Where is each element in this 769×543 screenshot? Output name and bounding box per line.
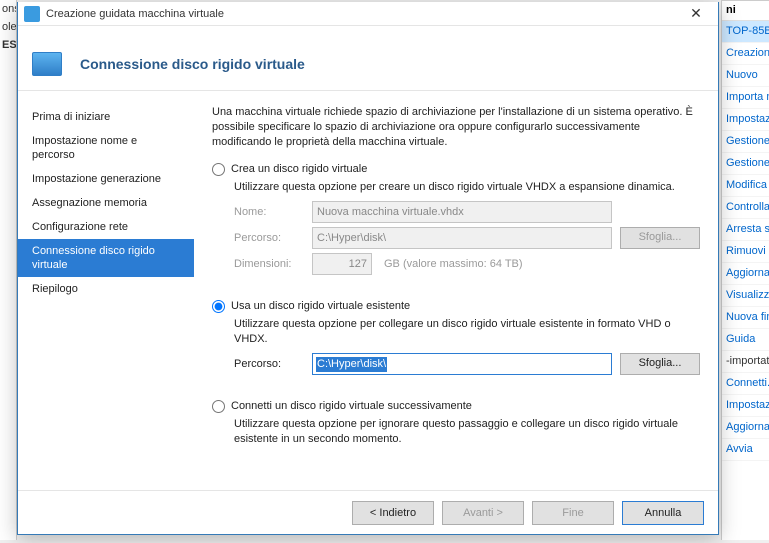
back-button[interactable]: < Indietro (352, 501, 434, 525)
nav-step[interactable]: Configurazione rete (18, 215, 194, 239)
actions-item[interactable]: -importat (722, 351, 769, 373)
nav-step[interactable]: Impostazione generazione (18, 167, 194, 191)
actions-item[interactable]: Creazion (722, 43, 769, 65)
wizard-header: Connessione disco rigido virtuale (18, 26, 718, 90)
actions-item[interactable]: Aggiorna (722, 263, 769, 285)
actions-item[interactable]: Impostazi (722, 395, 769, 417)
create-size-unit: GB (valore massimo: 64 TB) (384, 257, 523, 272)
close-button[interactable]: ✕ (676, 3, 716, 25)
actions-item[interactable]: Modifica (722, 175, 769, 197)
create-name-label: Nome: (234, 205, 304, 220)
actions-item[interactable]: Guida (722, 329, 769, 351)
actions-item[interactable]: Arresta se (722, 219, 769, 241)
option-later[interactable]: Connetti un disco rigido virtuale succes… (212, 399, 700, 414)
create-path-input (312, 227, 612, 249)
actions-item[interactable]: Rimuovi s (722, 241, 769, 263)
actions-item[interactable]: Controlla (722, 197, 769, 219)
window-title: Creazione guidata macchina virtuale (46, 8, 676, 20)
background-left-panel: ons ole ESK (0, 0, 17, 540)
actions-item[interactable]: Gestione (722, 131, 769, 153)
actions-header: ni (722, 1, 769, 21)
actions-item[interactable]: Visualizza (722, 285, 769, 307)
create-size-input (312, 253, 372, 275)
radio-later[interactable] (212, 400, 225, 413)
titlebar: Creazione guidata macchina virtuale ✕ (18, 2, 718, 26)
actions-item[interactable]: Impostazi (722, 109, 769, 131)
wizard-content: Una macchina virtuale richiede spazio di… (194, 91, 718, 490)
existing-path-label: Percorso: (234, 357, 304, 372)
nav-step[interactable]: Connessione disco rigido virtuale (18, 239, 194, 277)
wizard-icon (24, 6, 40, 22)
option-create[interactable]: Crea un disco rigido virtuale (212, 162, 700, 177)
nav-step[interactable]: Assegnazione memoria (18, 191, 194, 215)
wizard-nav: Prima di iniziareImpostazione nome e per… (18, 91, 194, 490)
create-desc: Utilizzare questa opzione per creare un … (234, 180, 700, 195)
create-name-input (312, 201, 612, 223)
existing-desc: Utilizzare questa opzione per collegare … (234, 317, 700, 347)
existing-browse-button[interactable]: Sfoglia... (620, 353, 700, 375)
create-browse-button: Sfoglia... (620, 227, 700, 249)
nav-step[interactable]: Prima di iniziare (18, 105, 194, 129)
actions-item[interactable]: TOP-85B (722, 21, 769, 43)
nav-step[interactable]: Impostazione nome e percorso (18, 129, 194, 167)
radio-existing-label: Usa un disco rigido virtuale esistente (231, 299, 410, 314)
actions-item[interactable]: Connetti. (722, 373, 769, 395)
finish-button: Fine (532, 501, 614, 525)
page-icon (32, 52, 62, 76)
later-desc: Utilizzare questa opzione per ignorare q… (234, 417, 700, 447)
wizard-dialog: Creazione guidata macchina virtuale ✕ Co… (17, 2, 719, 535)
actions-item[interactable]: Aggiorna (722, 417, 769, 439)
actions-item[interactable]: Nuova fin (722, 307, 769, 329)
actions-item[interactable]: Gestione (722, 153, 769, 175)
radio-create[interactable] (212, 163, 225, 176)
radio-create-label: Crea un disco rigido virtuale (231, 162, 367, 177)
radio-existing[interactable] (212, 300, 225, 313)
existing-path-input[interactable]: C:\Hyper\disk\ (312, 353, 612, 375)
radio-later-label: Connetti un disco rigido virtuale succes… (231, 399, 472, 414)
create-path-label: Percorso: (234, 231, 304, 246)
option-existing[interactable]: Usa un disco rigido virtuale esistente (212, 299, 700, 314)
actions-item[interactable]: Avvia (722, 439, 769, 461)
actions-item[interactable]: Importa n (722, 87, 769, 109)
nav-step[interactable]: Riepilogo (18, 277, 194, 301)
actions-item[interactable]: Nuovo (722, 65, 769, 87)
background-actions-panel: ni TOP-85BCreazionNuovoImporta nImpostaz… (721, 0, 769, 540)
next-button: Avanti > (442, 501, 524, 525)
page-title: Connessione disco rigido virtuale (80, 56, 305, 72)
create-size-label: Dimensioni: (234, 257, 304, 272)
wizard-footer: < Indietro Avanti > Fine Annulla (18, 490, 718, 534)
intro-text: Una macchina virtuale richiede spazio di… (212, 105, 700, 150)
cancel-button[interactable]: Annulla (622, 501, 704, 525)
